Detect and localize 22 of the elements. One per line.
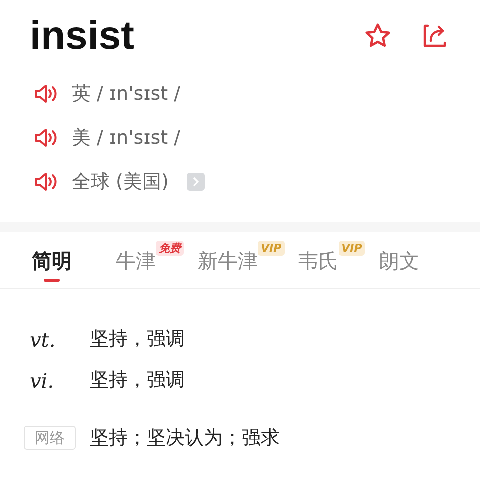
speaker-icon[interactable] <box>34 172 58 192</box>
dictionary-tab[interactable]: 新牛津 <box>198 247 258 288</box>
dictionary-tab[interactable]: 韦氏 <box>298 247 339 288</box>
dictionary-tab[interactable]: 牛津 <box>116 247 156 288</box>
dictionary-tab[interactable]: 简明 <box>32 247 72 288</box>
tab-badge: VIP <box>338 241 366 256</box>
part-of-speech: vi. <box>29 368 56 394</box>
source-tag: 网络 <box>24 426 76 450</box>
pronunciation: 英 / ɪn'sɪst / <box>72 82 181 107</box>
tab-badge: 免费 <box>156 241 184 256</box>
definition: 坚持；坚决认为；强求 <box>90 426 280 451</box>
star-icon[interactable] <box>364 22 392 50</box>
speaker-icon[interactable] <box>34 84 58 104</box>
headword: insist <box>30 16 134 56</box>
part-of-speech: vt. <box>29 326 57 354</box>
definition: 坚持，强调 <box>90 327 185 352</box>
dictionary-tab[interactable]: 朗文 <box>379 247 420 288</box>
pronunciation: 美 / ɪn'sɪst / <box>72 126 181 151</box>
speaker-icon[interactable] <box>34 128 58 148</box>
tab-badge: VIP <box>258 241 285 256</box>
pronunciation: 全球 (美国) <box>72 170 169 195</box>
definition: 坚持，强调 <box>90 368 185 394</box>
